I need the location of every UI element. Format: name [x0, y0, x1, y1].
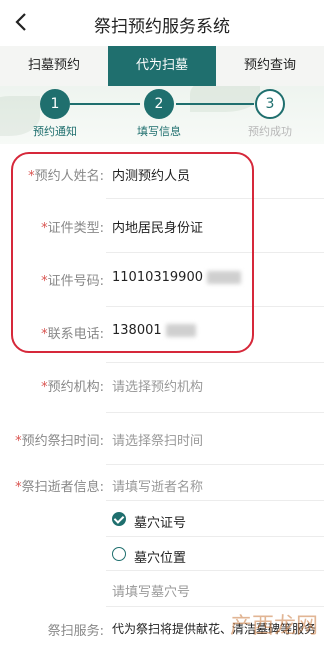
service-label: 祭扫服务:: [47, 624, 104, 639]
page-title: 祭扫预约服务系统: [94, 17, 230, 37]
time-select[interactable]: 请选择祭扫时间: [112, 430, 203, 449]
divider: [106, 412, 324, 413]
step-1-label: 预约通知: [33, 125, 77, 138]
divider: [106, 500, 324, 501]
step-3-label: 预约成功: [248, 125, 292, 138]
tab-query[interactable]: 预约查询: [216, 46, 324, 86]
nav-bar: 祭扫预约服务系统: [0, 0, 324, 44]
deceased-input[interactable]: 请填写逝者名称: [112, 476, 203, 495]
divider: [106, 570, 324, 571]
step-connector: [70, 103, 140, 105]
leaf-decoration: [190, 86, 260, 112]
highlight-annotation: [11, 152, 254, 353]
step-2-circle: 2: [144, 89, 174, 119]
tomb-location-radio[interactable]: [112, 547, 126, 561]
tomb-location-label: 墓穴位置: [134, 551, 187, 566]
step-progress: 1 2 3 预约通知 填写信息 预约成功: [0, 86, 324, 144]
divider: [106, 606, 324, 607]
watermark: 产西龙网: [229, 614, 318, 639]
tomb-number-input[interactable]: 请填写墓穴号: [112, 581, 190, 600]
tab-proxy-sweep[interactable]: 代为扫墓: [108, 46, 216, 86]
tomb-cert-radio[interactable]: [112, 512, 126, 526]
org-select[interactable]: 请选择预约机构: [112, 376, 203, 395]
deceased-label: *祭扫逝者信息:: [15, 480, 104, 495]
step-1-circle: 1: [40, 89, 70, 119]
time-label: *预约祭扫时间:: [15, 434, 104, 449]
divider: [106, 362, 324, 363]
divider: [106, 536, 324, 537]
step-connector: [176, 103, 254, 105]
org-label: *预约机构:: [41, 380, 104, 395]
step-3-circle: 3: [255, 89, 285, 119]
step-2-label: 填写信息: [137, 125, 181, 138]
tab-booking[interactable]: 扫墓预约: [0, 46, 108, 86]
divider: [106, 464, 324, 465]
tab-bar: 扫墓预约 代为扫墓 预约查询: [0, 46, 324, 86]
tomb-cert-label: 墓穴证号: [134, 516, 187, 531]
